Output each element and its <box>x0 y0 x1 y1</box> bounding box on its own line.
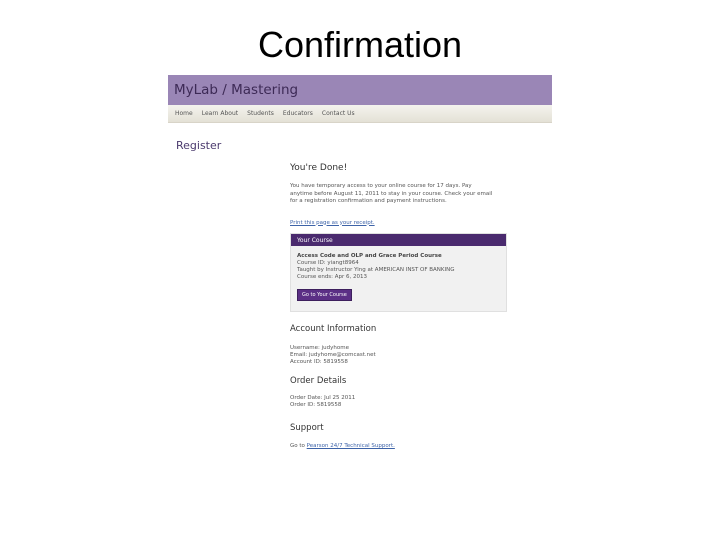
account-username: Username: judyhome <box>290 345 349 351</box>
course-instructor: Taught by Instructor Ying at AMERICAN IN… <box>297 267 455 273</box>
go-to-course-button[interactable]: Go to Your Course <box>297 289 352 301</box>
account-email: Email: judyhome@comcast.net <box>290 352 376 358</box>
support-prefix: Go to <box>290 443 305 449</box>
top-nav: Home Learn About Students Educators Cont… <box>168 105 552 123</box>
nav-students[interactable]: Students <box>247 110 274 117</box>
course-card-header: Your Course <box>291 234 506 246</box>
course-card: Your Course Access Code and OLP and Grac… <box>290 233 507 312</box>
order-details-heading: Order Details <box>290 376 347 386</box>
support-text: Go to Pearson 24/7 Technical Support. <box>290 443 395 450</box>
done-message-line-1: You have temporary access to your online… <box>290 183 472 189</box>
page-title: Register <box>176 139 222 152</box>
course-id: Course ID: yiangt8964 <box>297 260 359 266</box>
nav-educators[interactable]: Educators <box>283 110 313 117</box>
print-receipt-link[interactable]: Print this page as your receipt. <box>290 220 375 226</box>
nav-home[interactable]: Home <box>175 110 193 117</box>
slide-title: Confirmation <box>257 24 463 65</box>
nav-learn-about[interactable]: Learn About <box>202 110 238 117</box>
browser-screenshot: MyLab / Mastering Home Learn About Stude… <box>168 75 552 475</box>
technical-support-link[interactable]: Pearson 24/7 Technical Support. <box>307 443 395 449</box>
account-id: Account ID: 5819558 <box>290 359 348 365</box>
brand-logo[interactable]: MyLab / Mastering <box>174 82 298 98</box>
confirmation-panel: You're Done! You have temporary access t… <box>290 163 507 449</box>
support-heading: Support <box>290 423 324 433</box>
nav-contact-us[interactable]: Contact Us <box>322 110 355 117</box>
done-message-line-2: anytime before August 11, 2011 to stay i… <box>290 190 493 197</box>
course-end-date: Course ends: Apr 6, 2013 <box>297 274 368 280</box>
order-date: Order Date: Jul 25 2011 <box>290 395 356 401</box>
order-id: Order ID: 5819558 <box>290 402 342 408</box>
course-name: Access Code and OLP and Grace Period Cou… <box>297 253 442 259</box>
done-heading: You're Done! <box>290 163 348 173</box>
brand-header: MyLab / Mastering <box>168 75 552 105</box>
done-message-line-3: for a registration confirmation and paym… <box>290 198 447 204</box>
account-info-heading: Account Information <box>290 324 377 334</box>
